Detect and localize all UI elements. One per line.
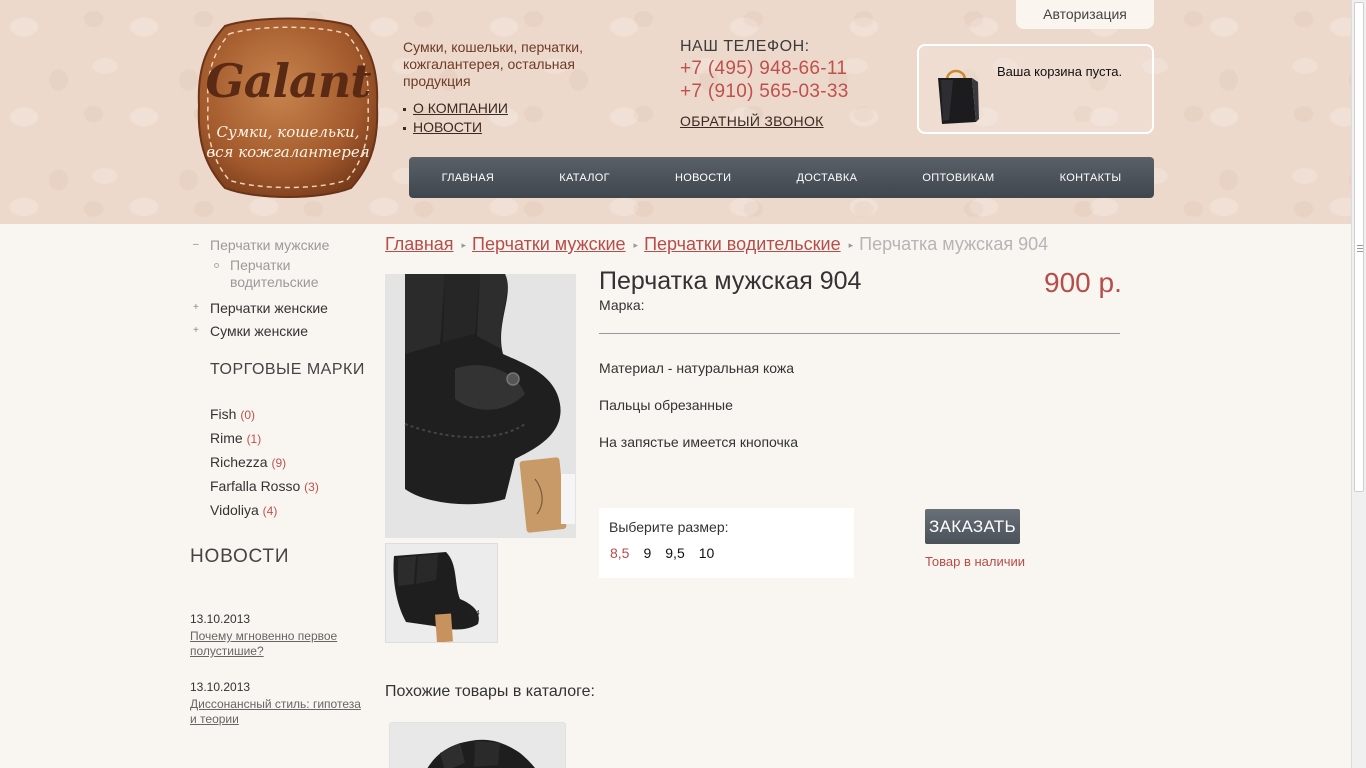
product-title: Перчатка мужская 904 <box>599 267 862 295</box>
size-option-9[interactable]: 9 <box>643 545 651 561</box>
size-selector: Выберите размер: 8,5 9 9,5 10 <box>599 508 854 578</box>
brand-label: Марка: <box>599 297 645 313</box>
divider <box>599 333 1120 334</box>
news-item: 13.10.2013 Диссонансный стиль: гипотеза … <box>190 679 370 727</box>
phone-number-2: +7 (910) 565-03-33 <box>680 81 849 102</box>
nav-item-catalog[interactable]: КАТАЛОГ <box>559 172 610 184</box>
brand-name: Richezza <box>210 454 268 470</box>
category-item-women-bags[interactable]: + Сумки женские <box>190 322 350 340</box>
logo-subtitle: Сумки, кошельки, вся кожгалантерея <box>195 122 381 162</box>
brand-item[interactable]: Vidoliya (4) <box>210 499 319 523</box>
brand-name: Farfalla Rosso <box>210 478 301 494</box>
news-link[interactable]: Диссонансный стиль: гипотеза и теории <box>190 697 370 727</box>
header-links: О КОМПАНИИ НОВОСТИ <box>403 99 508 137</box>
brands-list: Fish (0) Rime (1) Richezza (9) Farfalla … <box>210 403 319 523</box>
expand-icon[interactable]: + <box>193 299 199 317</box>
category-list: – Перчатки мужские Перчатки водительские… <box>190 236 350 340</box>
glove-photo-icon <box>385 274 576 538</box>
stock-status: Товар в наличии <box>925 554 1026 569</box>
news-link[interactable]: НОВОСТИ <box>413 119 482 135</box>
nav-item-wholesale[interactable]: ОПТОВИКАМ <box>922 172 994 184</box>
site-tagline: Сумки, кошельки, перчатки, кожгалантерея… <box>403 39 583 89</box>
brand-count: (4) <box>262 504 278 518</box>
expand-icon[interactable]: + <box>193 322 199 340</box>
brand-count: (0) <box>240 408 256 422</box>
page-scrollbar[interactable] <box>1351 0 1366 768</box>
main-nav: ГЛАВНАЯ КАТАЛОГ НОВОСТИ ДОСТАВКА ОПТОВИК… <box>409 157 1154 198</box>
product-price: 900 р. <box>1044 267 1122 298</box>
size-option-8-5[interactable]: 8,5 <box>610 545 629 561</box>
brand-count: (9) <box>271 456 287 470</box>
news-link[interactable]: Почему мгновенно первое полустишие? <box>190 629 370 659</box>
product-thumbnail[interactable]: 904 <box>385 543 498 643</box>
brand-count: (1) <box>246 432 262 446</box>
collapse-icon[interactable]: – <box>193 236 199 254</box>
brand-item[interactable]: Rime (1) <box>210 427 319 451</box>
nav-item-contacts[interactable]: КОНТАКТЫ <box>1060 172 1122 184</box>
subcategory-label: Перчатки водительские <box>230 257 319 290</box>
product-description-line: На запястье имеется кнопочка <box>599 434 799 450</box>
scrollbar-thumb[interactable] <box>1354 2 1364 492</box>
subcategory-item-driving-gloves[interactable]: Перчатки водительские <box>210 257 350 291</box>
size-option-9-5[interactable]: 9,5 <box>665 545 684 561</box>
brand-item[interactable]: Fish (0) <box>210 403 319 427</box>
auth-button[interactable]: Авторизация <box>1016 0 1154 29</box>
size-label: Выберите размер: <box>609 519 729 535</box>
shopping-bag-icon <box>938 69 979 124</box>
similar-products-heading: Похожие товары в каталоге: <box>385 683 595 700</box>
brand-item[interactable]: Richezza (9) <box>210 451 319 475</box>
size-options: 8,5 9 9,5 10 <box>610 545 728 561</box>
glove-thumbnail-icon <box>386 544 497 642</box>
grip-icon <box>1357 245 1363 246</box>
brands-heading: ТОРГОВЫЕ МАРКИ <box>210 361 365 378</box>
product-description-line: Пальцы обрезанные <box>599 397 733 413</box>
chevron-right-icon: ▸ <box>633 240 639 250</box>
phone-label: НАШ ТЕЛЕФОН: <box>680 38 810 55</box>
order-button[interactable]: ЗАКАЗАТЬ <box>925 509 1020 544</box>
brand-count: (3) <box>304 480 319 494</box>
header-link-item: О КОМПАНИИ <box>403 99 508 118</box>
cart-box[interactable]: Ваша корзина пуста. <box>917 44 1154 134</box>
size-option-10[interactable]: 10 <box>699 545 715 561</box>
nav-item-news[interactable]: НОВОСТИ <box>675 172 731 184</box>
logo-subtitle-line1: Сумки, кошельки, <box>216 123 360 141</box>
logo-title: Galant <box>205 54 371 108</box>
about-link[interactable]: О КОМПАНИИ <box>413 100 508 116</box>
breadcrumb-link[interactable]: Перчатки водительские <box>644 234 841 254</box>
category-item-men-gloves[interactable]: – Перчатки мужские <box>190 236 350 254</box>
nav-item-home[interactable]: ГЛАВНАЯ <box>442 172 495 184</box>
category-item-women-gloves[interactable]: + Перчатки женские <box>190 299 350 317</box>
brand-name: Rime <box>210 430 243 446</box>
breadcrumb-link[interactable]: Главная <box>385 234 454 254</box>
callback-link[interactable]: ОБРАТНЫЙ ЗВОНОК <box>680 113 824 129</box>
brand-name: Vidoliya <box>210 502 259 518</box>
site-logo[interactable]: Galant Сумки, кошельки, вся кожгалантере… <box>195 14 381 200</box>
news-item: 13.10.2013 Почему мгновенно первое полус… <box>190 611 370 659</box>
thumbnail-tag-label: 904 <box>468 610 480 617</box>
similar-product-card[interactable] <box>389 722 566 768</box>
news-date: 13.10.2013 <box>190 680 251 694</box>
brand-item[interactable]: Farfalla Rosso (3) <box>210 475 319 499</box>
breadcrumb: Главная ▸ Перчатки мужские ▸ Перчатки водите… <box>385 234 1048 255</box>
brand-name: Fish <box>210 406 237 422</box>
product-main-image[interactable] <box>385 274 576 538</box>
breadcrumb-link[interactable]: Перчатки мужские <box>472 234 626 254</box>
site-header: Galant Сумки, кошельки, вся кожгалантере… <box>0 0 1351 224</box>
phone-number-1: +7 (495) 948-66-11 <box>680 58 848 79</box>
category-label: Сумки женские <box>210 323 309 339</box>
category-label: Перчатки женские <box>210 300 328 316</box>
chevron-right-icon: ▸ <box>461 240 467 250</box>
glove-photo-icon <box>390 723 565 768</box>
chevron-right-icon: ▸ <box>848 240 854 250</box>
breadcrumb-current: Перчатка мужская 904 <box>859 234 1049 254</box>
logo-subtitle-line2: вся кожгалантерея <box>206 143 370 161</box>
nav-item-delivery[interactable]: ДОСТАВКА <box>797 172 858 184</box>
cart-status: Ваша корзина пуста. <box>997 64 1123 79</box>
news-heading: НОВОСТИ <box>190 546 290 567</box>
news-date: 13.10.2013 <box>190 612 251 626</box>
header-link-item: НОВОСТИ <box>403 118 508 137</box>
bullet-icon <box>214 263 219 268</box>
category-label: Перчатки мужские <box>210 237 330 253</box>
product-description-line: Материал - натуральная кожа <box>599 360 795 376</box>
